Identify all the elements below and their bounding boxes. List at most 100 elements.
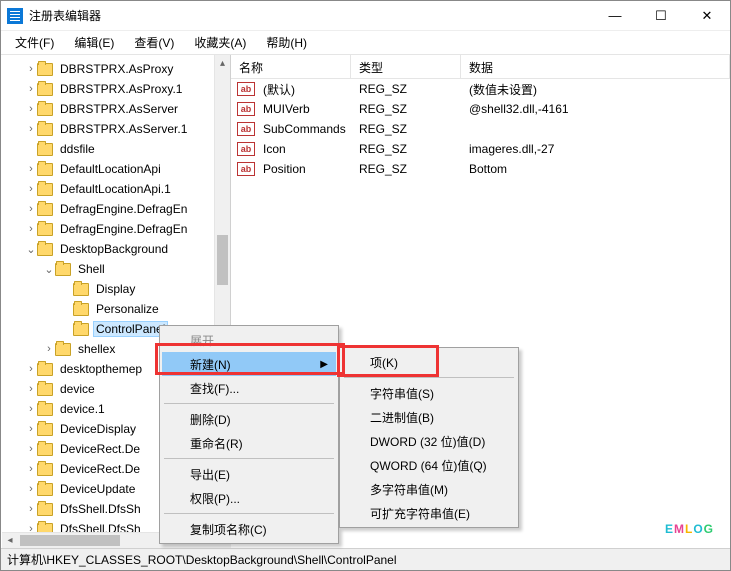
ctx-copy-key-name[interactable]: 复制项名称(C) [162,517,336,541]
tree-item[interactable]: Display [1,279,230,299]
expand-toggle-icon[interactable]: › [25,423,37,435]
ctx-new-string[interactable]: 字符串值(S) [342,381,516,405]
value-type: REG_SZ [351,160,461,178]
menu-favorites[interactable]: 收藏夹(A) [184,31,256,54]
value-type: REG_SZ [351,80,461,98]
expand-toggle-icon[interactable]: › [25,403,37,415]
value-data: (数值未设置) [461,79,545,100]
tree-item[interactable]: › DefragEngine.DefragEn [1,219,230,239]
expand-toggle-icon[interactable]: › [25,383,37,395]
scroll-thumb[interactable] [217,235,228,285]
folder-icon [73,323,89,336]
tree-label: DefaultLocationApi [57,161,164,177]
ctx-permissions[interactable]: 权限(P)... [162,486,336,510]
titlebar[interactable]: 注册表编辑器 — ☐ ✕ [1,1,730,31]
column-name[interactable]: 名称 [231,55,351,78]
menu-view[interactable]: 查看(V) [124,31,184,54]
menu-help[interactable]: 帮助(H) [256,31,317,54]
list-row[interactable]: abSubCommandsREG_SZ [231,119,730,139]
value-name: SubCommands [255,120,351,138]
ctx-find[interactable]: 查找(F)... [162,376,336,400]
status-path: 计算机\HKEY_CLASSES_ROOT\DesktopBackground\… [7,551,397,568]
ctx-new-key[interactable]: 项(K) [342,350,516,374]
value-data: @shell32.dll,-4161 [461,100,577,118]
ctx-new-expandsz[interactable]: 可扩充字符串值(E) [342,501,516,525]
folder-icon [55,263,71,276]
tree-label: desktopthemep [57,361,145,377]
expand-toggle-icon[interactable]: › [25,503,37,515]
folder-icon [37,103,53,116]
menu-file[interactable]: 文件(F) [5,31,64,54]
tree-label: DefragEngine.DefragEn [57,201,190,217]
list-row[interactable]: abMUIVerbREG_SZ@shell32.dll,-4161 [231,99,730,119]
ctx-expand[interactable]: 展开 [162,328,336,352]
value-type: REG_SZ [351,140,461,158]
tree-item[interactable]: › DBRSTPRX.AsProxy [1,59,230,79]
ctx-export[interactable]: 导出(E) [162,462,336,486]
minimize-button[interactable]: — [592,1,638,31]
value-data [461,127,477,131]
expand-toggle-icon[interactable]: › [25,63,37,75]
tree-item[interactable]: ⌄ DesktopBackground [1,239,230,259]
ctx-new[interactable]: 新建(N)▶ [162,352,336,376]
expand-toggle-icon[interactable]: › [25,363,37,375]
tree-label: DesktopBackground [57,241,171,257]
folder-icon [37,243,53,256]
value-data: imageres.dll,-27 [461,140,562,158]
submenu-arrow-icon: ▶ [320,359,328,370]
tree-item[interactable]: ddsfile [1,139,230,159]
tree-item[interactable]: ›DBRSTPRX.AsProxy.1 [1,79,230,99]
expand-toggle-icon[interactable]: ⌄ [25,243,37,256]
tree-item[interactable]: › DefragEngine.DefragEn [1,199,230,219]
tree-item[interactable]: Personalize [1,299,230,319]
expand-toggle-icon[interactable]: › [43,343,55,355]
tree-item[interactable]: › DBRSTPRX.AsServer [1,99,230,119]
expand-toggle-icon[interactable]: › [25,163,37,175]
ctx-new-qword[interactable]: QWORD (64 位)值(Q) [342,453,516,477]
close-button[interactable]: ✕ [684,1,730,31]
menu-edit[interactable]: 编辑(E) [64,31,124,54]
ctx-new-dword[interactable]: DWORD (32 位)值(D) [342,429,516,453]
tree-label: DBRSTPRX.AsProxy [57,61,176,77]
expand-toggle-icon[interactable]: › [25,223,37,235]
scroll-up-icon[interactable]: ▴ [215,55,230,71]
tree-label: Shell [75,261,108,277]
column-type[interactable]: 类型 [351,55,461,78]
ctx-rename[interactable]: 重命名(R) [162,431,336,455]
tree-item[interactable]: ›DBRSTPRX.AsServer.1 [1,119,230,139]
tree-label: DefragEngine.DefragEn [57,221,190,237]
folder-icon [73,303,89,316]
ctx-new-multisz[interactable]: 多字符串值(M) [342,477,516,501]
expand-toggle-icon[interactable]: › [25,483,37,495]
context-submenu-new: 项(K) 字符串值(S) 二进制值(B) DWORD (32 位)值(D) QW… [339,347,519,528]
folder-icon [37,423,53,436]
folder-icon [73,283,89,296]
tree-item[interactable]: ›DefaultLocationApi.1 [1,179,230,199]
value-data: Bottom [461,160,515,178]
expand-toggle-icon[interactable]: › [25,203,37,215]
folder-icon [37,143,53,156]
expand-toggle-icon[interactable]: › [25,183,37,195]
folder-icon [37,83,53,96]
ctx-new-binary[interactable]: 二进制值(B) [342,405,516,429]
tree-label: device.1 [57,401,108,417]
tree-label: DBRSTPRX.AsServer [57,101,181,117]
tree-item[interactable]: › DefaultLocationApi [1,159,230,179]
column-data[interactable]: 数据 [461,55,730,78]
tree-item[interactable]: ⌄ Shell [1,259,230,279]
expand-toggle-icon[interactable]: ⌄ [43,263,55,276]
list-row[interactable]: abIconREG_SZimageres.dll,-27 [231,139,730,159]
ctx-delete[interactable]: 删除(D) [162,407,336,431]
expand-toggle-icon[interactable]: › [25,103,37,115]
expand-toggle-icon[interactable]: › [25,463,37,475]
expand-toggle-icon[interactable]: › [25,443,37,455]
hscroll-left-icon[interactable]: ◂ [2,533,18,548]
window-title: 注册表编辑器 [29,7,592,24]
expand-toggle-icon[interactable]: › [25,83,37,95]
tree-label: Personalize [93,301,162,317]
list-row[interactable]: ab(默认)REG_SZ(数值未设置) [231,79,730,99]
maximize-button[interactable]: ☐ [638,1,684,31]
list-row[interactable]: abPositionREG_SZBottom [231,159,730,179]
hscroll-thumb[interactable] [20,535,120,546]
expand-toggle-icon[interactable]: › [25,123,37,135]
